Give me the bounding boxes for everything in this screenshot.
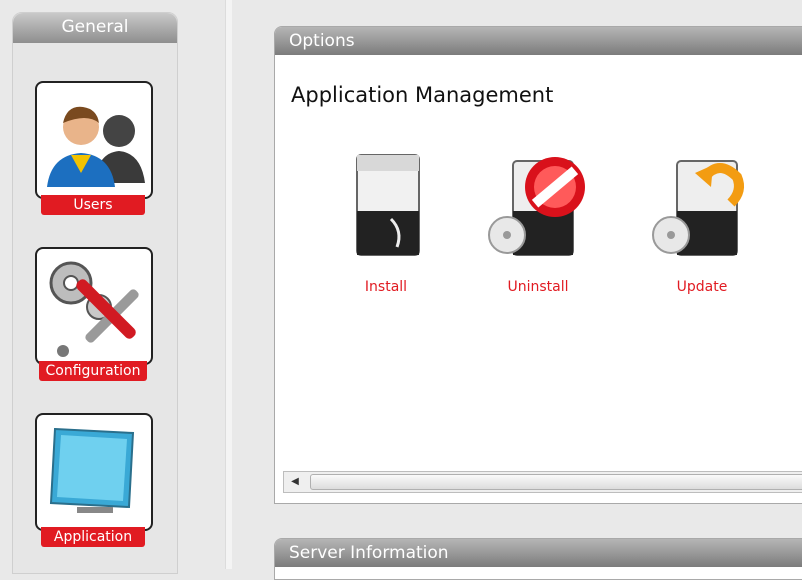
users-tile[interactable] [35,81,153,199]
server-panel-title: Server Information [275,539,802,567]
users-icon [47,106,145,187]
horizontal-scrollbar[interactable]: ◀ [283,471,802,493]
update-button[interactable]: Update [637,151,767,295]
sidebar-item-users[interactable]: Users [35,81,153,215]
sidebar-item-label: Configuration [39,361,147,381]
configuration-tile[interactable] [35,247,153,365]
server-information-panel: Server Information [274,538,802,580]
update-label: Update [676,279,728,295]
scroll-left-icon[interactable]: ◀ [284,472,306,492]
uninstall-icon [483,151,593,261]
uninstall-button[interactable]: Uninstall [473,151,603,295]
sidebar-item-configuration[interactable]: Configuration [35,247,153,381]
application-tile[interactable] [35,413,153,531]
sidebar: General Users Configuration Application [12,12,178,574]
update-icon [647,151,757,261]
install-icon [331,151,441,261]
sidebar-item-label: Users [41,195,145,215]
scrollbar-thumb[interactable] [310,474,802,490]
monitor-icon [49,427,135,513]
tools-icon [49,261,139,357]
sidebar-title: General [13,13,177,43]
options-panel-title: Options [275,27,802,55]
section-title: Application Management [291,83,554,107]
sidebar-item-application[interactable]: Application [35,413,153,547]
install-label: Install [364,279,408,295]
uninstall-label: Uninstall [507,279,569,295]
sidebar-item-label: Application [41,527,145,547]
options-panel: Options Application Management Install U… [274,26,802,504]
install-button[interactable]: Install [321,151,451,295]
panel-divider [225,0,232,569]
